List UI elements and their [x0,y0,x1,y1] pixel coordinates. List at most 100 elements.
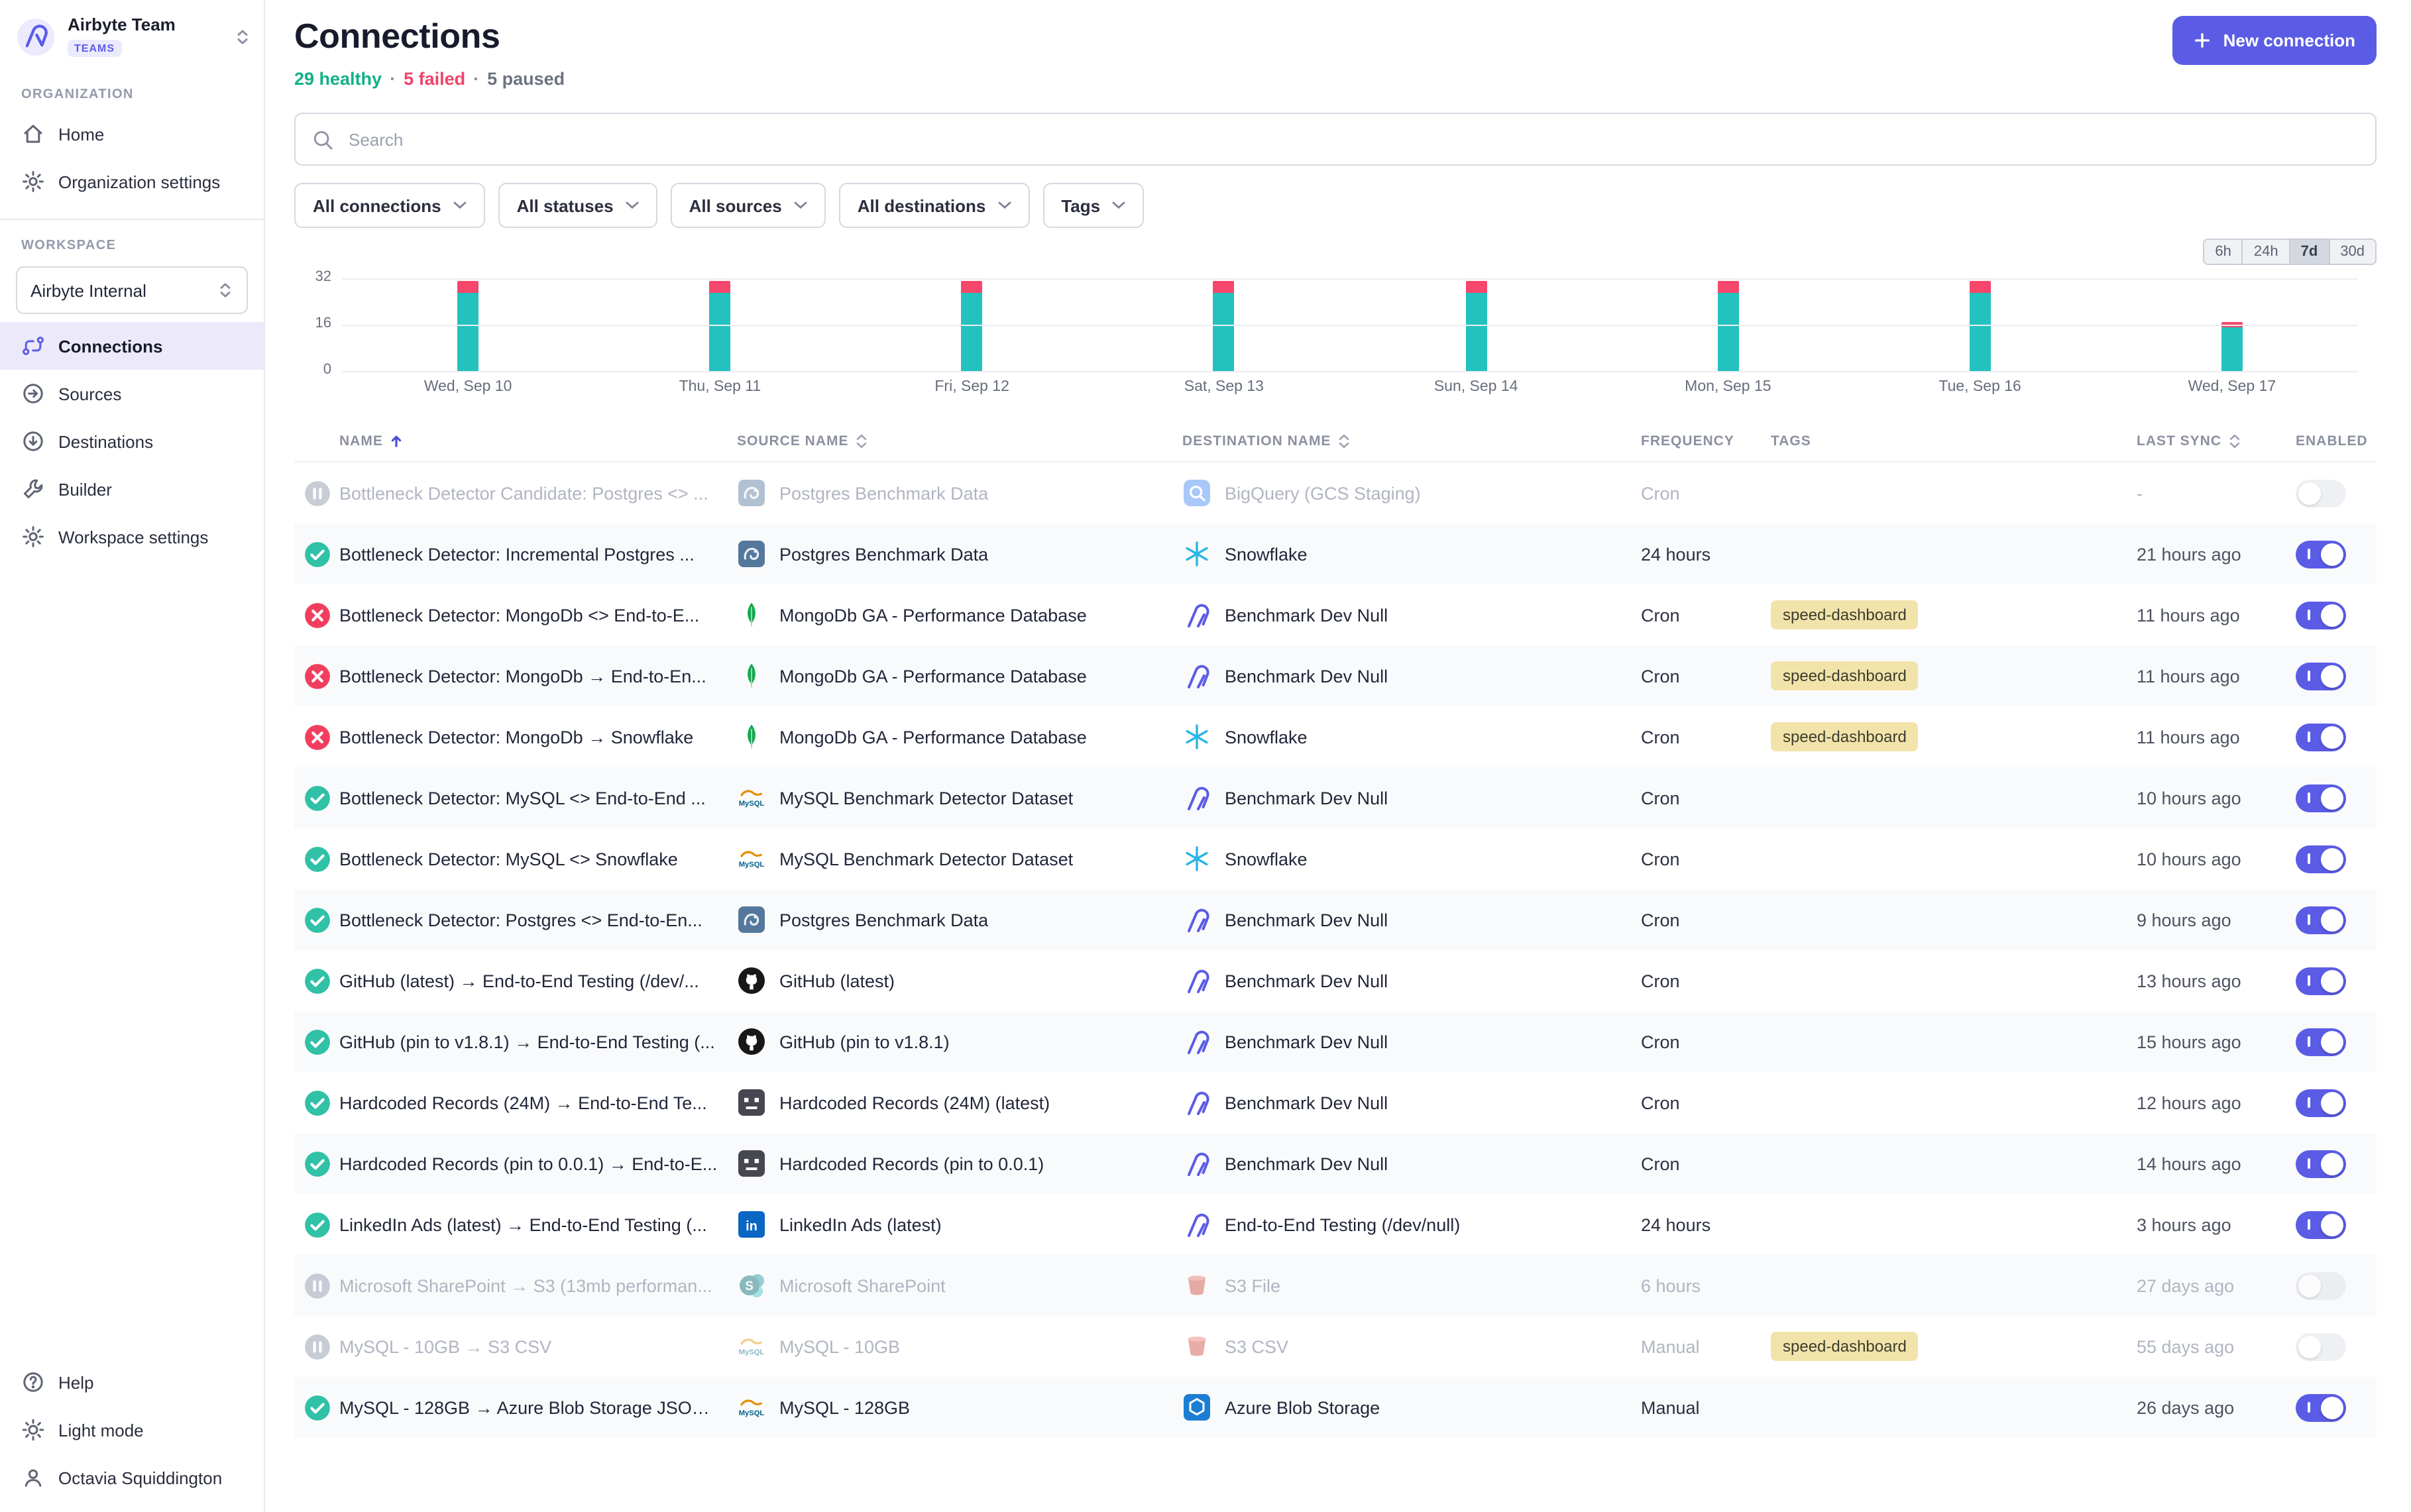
help-icon [21,1370,45,1394]
sidebar-item-builder[interactable]: Builder [0,466,264,513]
table-row[interactable]: Bottleneck Detector Candidate: Postgres … [294,462,2377,523]
time-range-6h[interactable]: 6h [2204,240,2243,264]
filter-all-sources[interactable]: All sources [671,183,826,228]
table-row[interactable]: Bottleneck Detector: MySQL <> SnowflakeM… [294,828,2377,889]
chart-bar[interactable] [962,281,983,371]
sidebar-item-workspace-settings[interactable]: Workspace settings [0,513,264,561]
chart-bar[interactable] [1465,281,1486,371]
sidebar-item-sources[interactable]: Sources [0,370,264,418]
new-connection-label: New connection [2223,30,2355,50]
connection-name[interactable]: Bottleneck Detector: MongoDb <> End-to-E… [339,605,737,625]
chart-bar[interactable] [1717,281,1738,371]
column-header-name[interactable]: NAME [339,433,737,449]
table-row[interactable]: Bottleneck Detector: MongoDb <> End-to-E… [294,584,2377,645]
enabled-toggle[interactable] [2296,906,2346,934]
time-range-30d[interactable]: 30d [2329,240,2375,264]
enabled-toggle[interactable] [2296,1332,2346,1360]
connection-name[interactable]: Hardcoded Records (24M) → End-to-End Te.… [339,1093,737,1112]
enabled-toggle[interactable] [2296,540,2346,568]
sidebar: Airbyte Team TEAMS ORGANIZATION HomeOrga… [0,0,265,1512]
enabled-toggle[interactable] [2296,1089,2346,1116]
workspace-selector[interactable]: Airbyte Internal [16,267,248,315]
team-switcher[interactable]: Airbyte Team TEAMS [0,0,264,70]
time-range-24h[interactable]: 24h [2243,240,2290,264]
connection-name[interactable]: GitHub (pin to v1.8.1) → End-to-End Test… [339,1032,737,1052]
enabled-toggle[interactable] [2296,723,2346,751]
chart-bar[interactable] [1970,281,1991,371]
chart-bar[interactable] [457,281,478,371]
table-row[interactable]: Hardcoded Records (pin to 0.0.1) → End-t… [294,1133,2377,1194]
table-row[interactable]: Hardcoded Records (24M) → End-to-End Te.… [294,1072,2377,1133]
table-row[interactable]: Bottleneck Detector: MongoDb → End-to-En… [294,645,2377,706]
frequency: Manual [1641,1336,1771,1356]
table-row[interactable]: GitHub (pin to v1.8.1) → End-to-End Test… [294,1011,2377,1072]
connection-name[interactable]: Bottleneck Detector Candidate: Postgres … [339,483,737,503]
filter-all-statuses[interactable]: All statuses [498,183,657,228]
enabled-toggle[interactable] [2296,845,2346,873]
connection-name[interactable]: Bottleneck Detector: MySQL <> Snowflake [339,849,737,869]
chart-success-segment [457,293,478,371]
chart-gridline [342,371,2358,372]
airbyte-icon [1182,1088,1211,1117]
table-row[interactable]: Microsoft SharePoint → S3 (13mb performa… [294,1255,2377,1316]
enabled-toggle[interactable] [2296,1393,2346,1421]
table-row[interactable]: Bottleneck Detector: MySQL <> End-to-End… [294,767,2377,828]
column-header-enabled: ENABLED [2296,433,2377,449]
enabled-toggle[interactable] [2296,1028,2346,1055]
filter-all-connections[interactable]: All connections [294,183,485,228]
frequency: Cron [1641,727,1771,747]
column-header-last-sync[interactable]: LAST SYNC [2137,433,2296,449]
enabled-toggle[interactable] [2296,784,2346,812]
column-header-source-name[interactable]: SOURCE NAME [737,433,1182,449]
connection-name[interactable]: LinkedIn Ads (latest) → End-to-End Testi… [339,1215,737,1234]
sidebar-item-user[interactable]: Octavia Squiddington [0,1454,264,1501]
table-row[interactable]: GitHub (latest) → End-to-End Testing (/d… [294,950,2377,1011]
search-input[interactable] [346,128,2359,150]
sort-asc-icon [390,435,403,448]
new-connection-button[interactable]: New connection [2173,16,2377,65]
filter-all-destinations[interactable]: All destinations [839,183,1030,228]
connection-name[interactable]: Bottleneck Detector: MySQL <> End-to-End… [339,788,737,808]
chart-failed-segment [709,281,730,293]
table-row[interactable]: Bottleneck Detector: MongoDb → Snowflake… [294,706,2377,767]
table-row[interactable]: LinkedIn Ads (latest) → End-to-End Testi… [294,1194,2377,1255]
table-row[interactable]: Bottleneck Detector: Incremental Postgre… [294,523,2377,584]
sidebar-item-organization-settings[interactable]: Organization settings [0,158,264,206]
connection-name[interactable]: MySQL - 10GB → S3 CSV [339,1336,737,1356]
destination-name: Benchmark Dev Null [1225,666,1388,686]
connection-name[interactable]: Bottleneck Detector: MongoDb → End-to-En… [339,666,737,686]
chart-bar[interactable] [709,281,730,371]
enabled-toggle[interactable] [2296,1211,2346,1238]
connection-name[interactable]: MySQL - 128GB → Azure Blob Storage JSOn … [339,1397,737,1417]
connection-name[interactable]: Bottleneck Detector: Incremental Postgre… [339,544,737,564]
chart-bar[interactable] [1213,281,1235,371]
table-row[interactable]: Bottleneck Detector: Postgres <> End-to-… [294,889,2377,950]
destination-name: Benchmark Dev Null [1225,605,1388,625]
connection-name[interactable]: Bottleneck Detector: Postgres <> End-to-… [339,910,737,930]
connection-name[interactable]: Hardcoded Records (pin to 0.0.1) → End-t… [339,1154,737,1173]
enabled-toggle[interactable] [2296,1271,2346,1299]
enabled-toggle[interactable] [2296,662,2346,690]
connection-name[interactable]: Bottleneck Detector: MongoDb → Snowflake [339,727,737,747]
chart-success-segment [1970,293,1991,371]
enabled-toggle[interactable] [2296,1150,2346,1177]
filter-tags[interactable]: Tags [1042,183,1144,228]
source-name: GitHub (pin to v1.8.1) [779,1032,950,1052]
sidebar-item-destinations[interactable]: Destinations [0,418,264,466]
enabled-toggle[interactable] [2296,479,2346,507]
sidebar-item-light-mode[interactable]: Light mode [0,1406,264,1454]
sidebar-item-home[interactable]: Home [0,111,264,158]
time-range-7d[interactable]: 7d [2290,240,2330,264]
filter-label: Tags [1061,195,1100,215]
chart-bar[interactable] [2221,322,2243,371]
column-header-destination-name[interactable]: DESTINATION NAME [1182,433,1641,449]
table-row[interactable]: MySQL - 128GB → Azure Blob Storage JSOn … [294,1377,2377,1438]
sidebar-item-help[interactable]: Help [0,1358,264,1406]
enabled-toggle[interactable] [2296,967,2346,995]
sidebar-item-connections[interactable]: Connections [0,323,264,370]
table-row[interactable]: MySQL - 10GB → S3 CSVMySQLMySQL - 10GBS3… [294,1316,2377,1377]
connection-name[interactable]: GitHub (latest) → End-to-End Testing (/d… [339,971,737,991]
enabled-toggle[interactable] [2296,601,2346,629]
airbyte-icon [1182,1210,1211,1239]
connection-name[interactable]: Microsoft SharePoint → S3 (13mb performa… [339,1275,737,1295]
